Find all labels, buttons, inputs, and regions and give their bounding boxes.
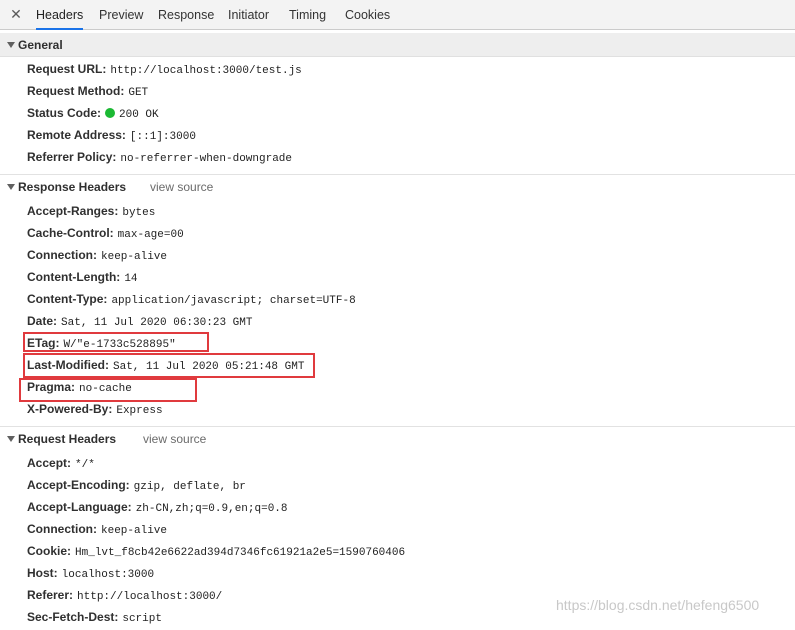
header-name: Request Method: [27,84,125,98]
header-name: Request URL: [27,62,107,76]
header-value: http://localhost:3000/test.js [110,65,302,77]
header-row: Accept-Language: zh-CN,zh;q=0.9,en;q=0.8 [27,496,288,518]
expand-triangle-icon [7,42,15,48]
header-row: Last-Modified: Sat, 11 Jul 2020 05:21:48 … [27,354,304,376]
header-row: Content-Type: application/javascript; cha… [27,288,356,310]
header-name: Pragma: [27,380,76,394]
general-section-header[interactable]: General [0,33,795,57]
header-value: http://localhost:3000/ [77,591,223,603]
header-name: Content-Length: [27,270,121,284]
close-icon[interactable]: ✕ [9,6,23,22]
header-name: Remote Address: [27,128,126,142]
header-row: Connection: keep-alive [27,518,167,540]
header-value: Sat, 11 Jul 2020 05:21:48 GMT [113,361,305,373]
header-name: Content-Type: [27,292,108,306]
header-name: Referer: [27,588,74,602]
header-row: Cache-Control: max-age=00 [27,222,184,244]
header-name: Connection: [27,248,97,262]
header-row: Remote Address: [::1]:3000 [27,124,196,146]
header-name: Accept-Language: [27,500,132,514]
section-title: Response Headers [18,180,127,194]
header-row: X-Powered-By: Express [27,398,163,420]
tab-timing[interactable]: Timing [289,0,326,29]
header-name: Connection: [27,522,97,536]
header-value: Hm_lvt_f8cb42e6622ad394d7346fc61921a2e5=… [75,547,406,559]
header-row: Content-Length: 14 [27,266,138,288]
header-value: [::1]:3000 [129,131,196,143]
header-row: Referer: http://localhost:3000/ [27,584,222,606]
header-value: W/"e-1733c528895" [63,339,176,351]
header-value: 200 OK [119,109,159,121]
header-row: Accept: */* [27,452,95,474]
header-row: Cookie: Hm_lvt_f8cb42e6622ad394d7346fc619… [27,540,405,562]
header-row: Host: localhost:3000 [27,562,154,584]
watermark-text: https://blog.csdn.net/hefeng6500 [556,597,760,613]
header-value: application/javascript; charset=UTF-8 [111,295,356,307]
header-name: Referrer Policy: [27,150,117,164]
header-value: */* [75,459,95,471]
header-row: ETag: W/"e-1733c528895" [27,332,176,354]
header-name: Sec-Fetch-Dest: [27,610,119,624]
header-value: script [122,613,162,625]
header-value: keep-alive [101,251,168,263]
header-value: localhost:3000 [61,569,155,581]
expand-triangle-icon [7,184,15,190]
response-headers-section-header[interactable]: Response Headers view source [0,174,795,198]
header-row: Connection: keep-alive [27,244,167,266]
header-name: Date: [27,314,58,328]
header-name: Status Code: [27,106,102,120]
header-value: 14 [124,273,138,285]
section-title: Request Headers [18,432,117,446]
expand-triangle-icon [7,436,15,442]
header-value: Sat, 11 Jul 2020 06:30:23 GMT [61,317,253,329]
header-row: Request URL: http://localhost:3000/test.j… [27,58,302,80]
header-name: X-Powered-By: [27,402,113,416]
header-value: keep-alive [101,525,168,537]
header-name: Cache-Control: [27,226,114,240]
tab-cookies[interactable]: Cookies [345,0,390,29]
header-name: Last-Modified: [27,358,109,372]
header-row: Sec-Fetch-Dest: script [27,606,162,628]
tab-initiator[interactable]: Initiator [228,0,269,29]
tab-preview[interactable]: Preview [99,0,143,29]
status-dot-icon [105,108,116,118]
view-source-link[interactable]: view source [143,427,206,451]
tab-response[interactable]: Response [158,0,214,29]
header-value: zh-CN,zh;q=0.9,en;q=0.8 [135,503,288,515]
request-headers-section-header[interactable]: Request Headers view source [0,426,795,450]
header-value: Express [116,405,163,417]
header-value: no-cache [79,383,132,395]
header-row: Referrer Policy: no-referrer-when-downgra… [27,146,292,168]
header-value: no-referrer-when-downgrade [120,153,293,165]
header-name: Host: [27,566,58,580]
header-row: Request Method: GET [27,80,148,102]
header-row: Accept-Encoding: gzip, deflate, br [27,474,246,496]
header-value: bytes [122,207,156,219]
header-name: Cookie: [27,544,72,558]
header-row: Status Code: 200 OK [27,102,159,124]
devtools-tab-bar: ✕ Headers Preview Response Initiator Tim… [0,0,795,30]
header-value: max-age=00 [117,229,184,241]
header-row: Pragma: no-cache [27,376,132,398]
header-name: ETag: [27,336,60,350]
tab-headers[interactable]: Headers [36,0,84,30]
header-name: Accept-Ranges: [27,204,119,218]
header-name: Accept-Encoding: [27,478,130,492]
view-source-link[interactable]: view source [150,175,213,199]
header-value: gzip, deflate, br [133,481,246,493]
header-name: Accept: [27,456,72,470]
header-row: Date: Sat, 11 Jul 2020 06:30:23 GMT [27,310,252,332]
header-row: Accept-Ranges: bytes [27,200,155,222]
section-title: General [18,38,63,52]
header-value: GET [128,87,149,99]
